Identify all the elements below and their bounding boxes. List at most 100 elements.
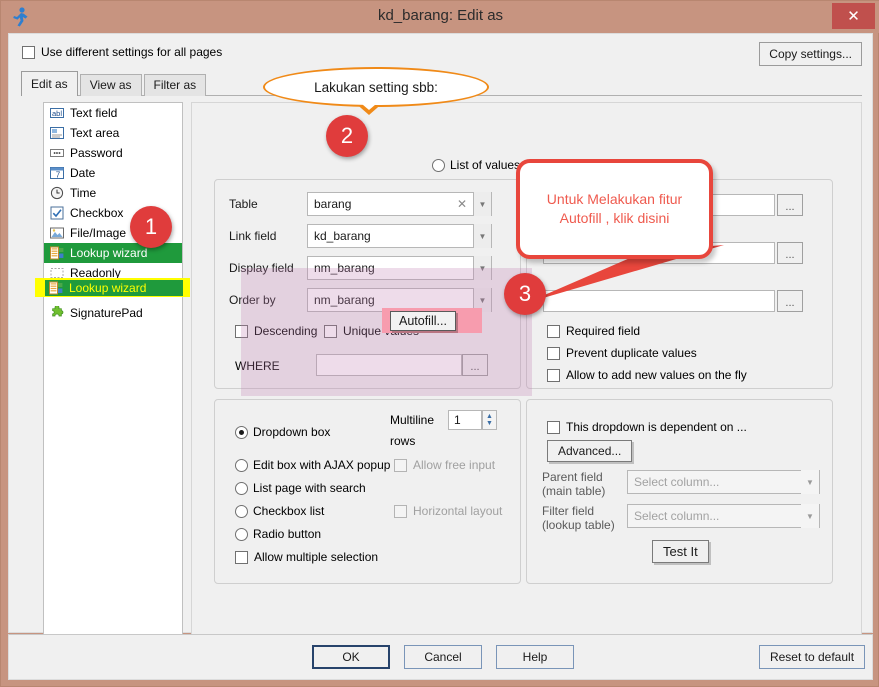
filter-field-select[interactable]: Select column... ▼ <box>627 504 820 528</box>
advanced-button[interactable]: Advanced... <box>547 440 633 462</box>
test-it-button[interactable]: Test It <box>652 540 709 563</box>
allow-add-new-checkbox[interactable]: Allow to add new values on the fly <box>547 368 747 382</box>
required-field-label: Required field <box>566 324 641 338</box>
display-field-select[interactable]: nm_barang ▼ <box>307 256 492 280</box>
parent-field-select[interactable]: Select column... ▼ <box>627 470 820 494</box>
multiline-rows-input[interactable]: 1 <box>448 410 482 430</box>
chevron-down-icon[interactable]: ▼ <box>473 288 491 312</box>
puzzle-icon <box>52 286 64 297</box>
chevron-down-icon[interactable]: ▼ <box>801 504 819 528</box>
cancel-button[interactable]: Cancel <box>404 645 482 669</box>
sidebar-item-date[interactable]: 7 Date <box>44 163 182 183</box>
calendar-icon: 7 <box>50 167 64 180</box>
tab-edit-as[interactable]: Edit as <box>21 71 78 96</box>
display-field-label: Display field <box>229 261 294 275</box>
stepper-down-icon[interactable]: ▼ <box>486 420 493 427</box>
allow-add-new-label: Allow to add new values on the fly <box>566 368 747 382</box>
where-input[interactable] <box>316 354 462 376</box>
sidebar-item-label: SignaturePad <box>70 306 143 320</box>
chevron-down-icon[interactable]: ▼ <box>473 192 491 216</box>
dependent-dropdown-group: This dropdown is dependent on ... Advanc… <box>526 399 833 584</box>
radio-checkbox-list[interactable]: Checkbox list <box>235 504 324 518</box>
sidebar-item-label: Checkbox <box>70 206 124 220</box>
radio-label: List of values <box>450 158 521 172</box>
chevron-down-icon[interactable]: ▼ <box>473 256 491 280</box>
sidebar-item-colorpicker[interactable]: ColorPicker <box>44 283 182 303</box>
link-field-select[interactable]: kd_barang ▼ <box>307 224 492 248</box>
radio-label: Checkbox list <box>253 504 325 518</box>
radio-label: List page with search <box>253 481 366 495</box>
radio-dot <box>235 527 248 541</box>
field-type-list[interactable]: abl Text field Text area ••• Password 7 … <box>43 102 183 650</box>
dialog-client-area: Use different settings for all pages Cop… <box>8 33 873 650</box>
sidebar-item-readonly[interactable]: Readonly <box>44 263 182 283</box>
extra-field-1-browse-button[interactable]: ... <box>777 194 803 216</box>
checkbox-box <box>235 550 248 564</box>
sidebar-item-signaturepad[interactable]: SignaturePad <box>44 303 182 323</box>
radio-dropdown-box[interactable]: Dropdown box <box>235 425 330 439</box>
horizontal-layout-checkbox[interactable]: Horizontal layout <box>394 504 502 518</box>
radio-edit-box-ajax[interactable]: Edit box with AJAX popup <box>235 458 390 472</box>
stepper-up-icon[interactable]: ▲ <box>486 413 493 420</box>
extra-field-3-input[interactable] <box>543 290 775 312</box>
sidebar-item-label: Text area <box>70 126 120 140</box>
reset-to-default-button[interactable]: Reset to default <box>759 645 865 669</box>
tab-filter-as[interactable]: Filter as <box>143 74 207 96</box>
radio-list-of-values[interactable]: List of values <box>432 158 520 172</box>
checkbox-box <box>22 45 35 59</box>
checkbox-box <box>547 420 560 434</box>
allow-multiple-selection-checkbox[interactable]: Allow multiple selection <box>235 550 378 564</box>
sidebar-item-label: Time <box>70 186 97 200</box>
prevent-duplicate-checkbox[interactable]: Prevent duplicate values <box>547 346 697 360</box>
sidebar-item-text-area[interactable]: Text area <box>44 123 182 143</box>
sidebar-item-label: File/Image <box>70 226 127 240</box>
extra-field-2-browse-button[interactable]: ... <box>777 242 803 264</box>
checkbox-icon <box>50 206 64 220</box>
dependent-dropdown-checkbox[interactable]: This dropdown is dependent on ... <box>547 420 747 434</box>
puzzle-icon <box>52 306 64 317</box>
ok-button[interactable]: OK <box>312 645 390 669</box>
order-by-select[interactable]: nm_barang ▼ <box>307 288 492 312</box>
multiline-stepper[interactable]: ▲ ▼ <box>482 410 497 430</box>
sidebar-item-label: Readonly <box>70 266 121 280</box>
radio-list-page-search[interactable]: List page with search <box>235 481 366 495</box>
autofill-button[interactable]: Autofill... <box>390 311 456 331</box>
sidebar-item-label: ColorPicker <box>70 286 133 300</box>
clear-icon[interactable]: ✕ <box>457 197 467 211</box>
radio-label: Dropdown box <box>253 425 331 439</box>
checkbox-box <box>394 458 407 472</box>
sidebar-item-text-field[interactable]: abl Text field <box>44 103 182 123</box>
sidebar-item-label: Password <box>70 146 123 160</box>
allow-multiple-label: Allow multiple selection <box>254 550 379 564</box>
required-field-checkbox[interactable]: Required field <box>547 324 640 338</box>
close-button[interactable]: ✕ <box>832 3 875 29</box>
display-field-value: nm_barang <box>314 261 375 275</box>
checkbox-box <box>324 324 337 338</box>
checkbox-box <box>235 324 248 338</box>
image-icon <box>50 227 64 239</box>
copy-settings-button[interactable]: Copy settings... <box>759 42 862 66</box>
descending-label: Descending <box>254 324 318 338</box>
descending-checkbox[interactable]: Descending <box>235 324 317 338</box>
sidebar-item-password[interactable]: ••• Password <box>44 143 182 163</box>
tab-view-as[interactable]: View as <box>79 74 142 96</box>
table-select[interactable]: barang ✕ ▼ <box>307 192 492 216</box>
allow-free-input-checkbox[interactable]: Allow free input <box>394 458 495 472</box>
link-field-label: Link field <box>229 229 277 243</box>
table-row: Table barang ✕ ▼ <box>229 192 492 216</box>
parent-field-label: Parent field (main table) <box>542 470 605 498</box>
table-label: Table <box>229 197 258 211</box>
svg-text:7: 7 <box>56 171 61 180</box>
clock-icon <box>50 186 64 200</box>
dialog-window: kd_barang: Edit as ✕ Use different setti… <box>0 0 879 687</box>
chevron-down-icon[interactable]: ▼ <box>801 470 819 494</box>
extra-field-3-browse-button[interactable]: ... <box>777 290 803 312</box>
svg-text:abl: abl <box>52 109 62 118</box>
sidebar-item-time[interactable]: Time <box>44 183 182 203</box>
where-browse-button[interactable]: ... <box>462 354 488 376</box>
radio-radio-button[interactable]: Radio button <box>235 527 321 541</box>
chevron-down-icon[interactable]: ▼ <box>473 224 491 248</box>
sidebar-item-lookup-wizard[interactable]: Lookup wizard <box>44 243 182 263</box>
help-button[interactable]: Help <box>496 645 574 669</box>
use-different-settings-checkbox[interactable]: Use different settings for all pages <box>22 45 222 59</box>
